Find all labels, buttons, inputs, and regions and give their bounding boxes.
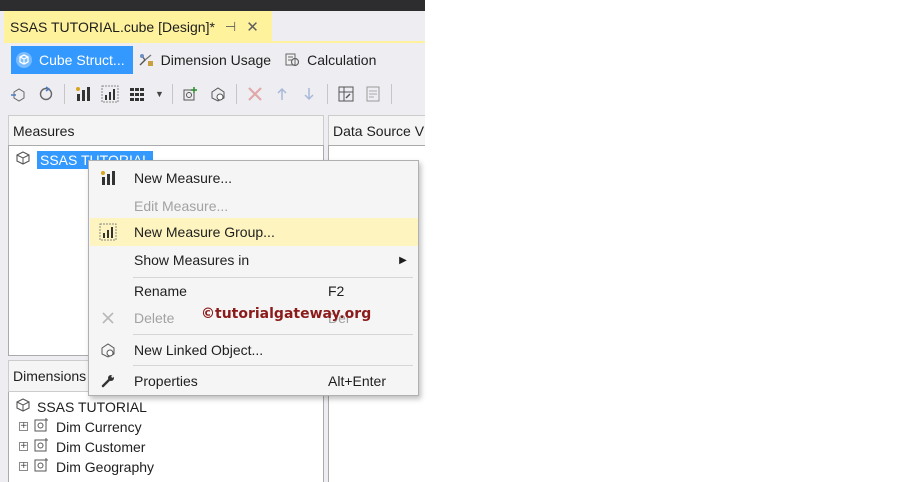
menu-item-new-measure-group[interactable]: New Measure Group... [90,218,418,246]
menu-item-shortcut: Alt+Enter [328,373,386,389]
chevron-down-icon[interactable]: ▼ [155,89,164,99]
move-down-icon[interactable] [300,85,318,103]
menu-item-new-linked-object[interactable]: New Linked Object... [90,336,418,364]
menu-item-new-measure[interactable]: New Measure... [90,164,418,192]
calculations-icon [283,51,301,69]
move-up-icon[interactable] [273,85,291,103]
linked-object-toolbar-icon[interactable] [209,85,227,103]
window-top-strip [0,0,425,11]
process-icon[interactable] [10,85,28,103]
new-measure-toolbar-icon[interactable] [74,85,92,103]
menu-item-label: Properties [134,373,198,389]
data-source-view-title: Data Source V [333,122,425,139]
dimensions-root-node[interactable]: SSAS TUTORIAL [15,397,147,416]
dimension-icon [34,437,50,456]
menu-item-label: New Measure... [134,170,233,186]
designer-tab-bar: Cube Struct... Dimension Usage Calculati… [11,45,384,75]
menu-separator [133,365,413,366]
menu-item-show-measures-in[interactable]: Show Measures in ▶ [90,246,418,274]
document-tab[interactable]: SSAS TUTORIAL.cube [Design]* ⊣ ✕ [4,11,272,41]
toolbar-separator [327,84,328,104]
designer-toolbar: ▼ [10,80,392,108]
tab-underline [4,41,425,43]
dimensions-tree[interactable]: SSAS TUTORIAL + Dim Currency + Dim Custo… [8,392,324,482]
menu-item-label: Edit Measure... [134,198,229,214]
menu-item-label: Rename [134,283,187,299]
menu-item-properties[interactable]: Properties Alt+Enter [90,367,418,395]
menu-item-label: New Linked Object... [134,342,264,358]
measures-pane-header: Measures [8,115,324,145]
close-icon[interactable]: ✕ [246,18,259,36]
cube-icon [15,397,31,416]
delete-toolbar-icon[interactable] [246,85,264,103]
properties-toolbar-icon[interactable] [364,85,382,103]
dimension-usage-icon [137,51,155,69]
tree-item-label: Dim Geography [56,458,155,475]
dimensions-pane-title: Dimensions [13,368,87,384]
context-menu: New Measure... Edit Measure... New Measu… [88,160,419,396]
expand-icon[interactable]: + [19,422,28,431]
wrench-icon [90,367,126,395]
document-tab-title: SSAS TUTORIAL.cube [Design]* [10,19,215,35]
new-measure-group-icon [90,218,126,246]
tree-item-label: Dim Customer [56,438,146,455]
menu-item-edit-measure[interactable]: Edit Measure... [90,192,418,220]
tree-item[interactable]: + Dim Customer [19,437,145,456]
menu-item-shortcut: F2 [328,283,345,299]
menu-item-label: Show Measures in [134,252,250,268]
expand-icon[interactable]: + [19,442,28,451]
watermark: ©tutorialgateway.org [201,306,372,322]
measures-pane-title: Measures [13,122,75,139]
new-measure-icon [90,164,126,192]
dimension-icon [34,457,50,476]
tab-dimension-usage-label: Dimension Usage [160,52,272,68]
menu-separator [133,334,413,335]
tab-calculations-label: Calculation [307,52,377,68]
submenu-arrow-icon: ▶ [399,254,407,266]
tree-item[interactable]: + Dim Geography [19,457,154,476]
grid-view-icon[interactable] [128,85,146,103]
tree-item-label: Dim Currency [56,418,142,435]
delete-icon [90,304,126,332]
tab-dimension-usage[interactable]: Dimension Usage [133,46,280,74]
tab-cube-structure-label: Cube Struct... [39,52,125,68]
dimension-icon [34,417,50,436]
cube-icon [15,150,31,169]
menu-item-label: New Measure Group... [134,224,275,240]
cube-structure-icon [15,51,33,69]
show-grid-icon[interactable] [337,85,355,103]
tab-calculations[interactable]: Calculation [279,46,384,74]
toolbar-separator [391,84,392,104]
toolbar-separator [236,84,237,104]
tab-cube-structure[interactable]: Cube Struct... [11,46,133,74]
pin-icon[interactable]: ⊣ [225,19,236,35]
data-source-view-header: Data Source V [328,115,425,145]
linked-object-icon [90,336,126,364]
tree-item[interactable]: + Dim Currency [19,417,142,436]
new-measure-group-toolbar-icon[interactable] [101,85,119,103]
expand-icon[interactable]: + [19,462,28,471]
dimensions-root-label: SSAS TUTORIAL [37,398,147,415]
add-dimension-icon[interactable] [182,85,200,103]
refresh-icon[interactable] [37,85,55,103]
toolbar-separator [172,84,173,104]
menu-item-rename[interactable]: Rename F2 [90,277,418,305]
toolbar-separator [64,84,65,104]
